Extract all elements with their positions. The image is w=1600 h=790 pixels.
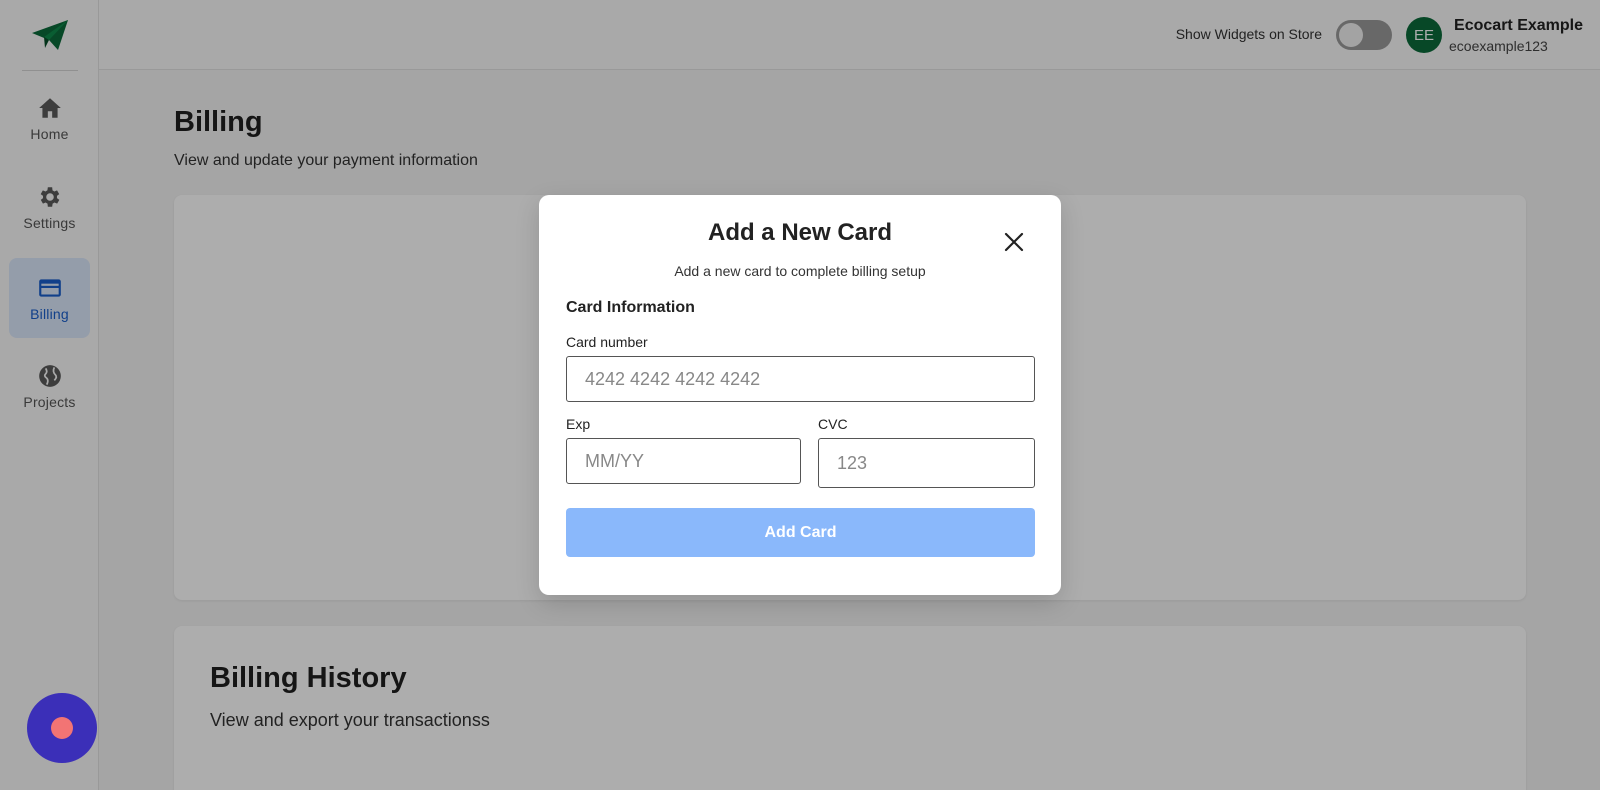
add-card-modal: Add a New Card Add a new card to complet… [539,195,1061,595]
card-number-label: Card number [566,334,648,350]
add-card-button[interactable]: Add Card [566,508,1035,557]
exp-label: Exp [566,416,591,432]
help-dot-icon [51,717,73,739]
card-information-heading: Card Information [566,299,695,316]
modal-subtitle: Add a new card to complete billing setup [674,263,926,279]
cvc-label: CVC [818,416,848,432]
card-number-input[interactable] [566,356,1035,402]
exp-input[interactable] [566,438,801,484]
help-chat-button[interactable] [27,693,97,763]
close-icon[interactable] [1003,231,1025,253]
modal-title: Add a New Card [707,219,893,246]
cvc-input[interactable] [818,438,1035,488]
